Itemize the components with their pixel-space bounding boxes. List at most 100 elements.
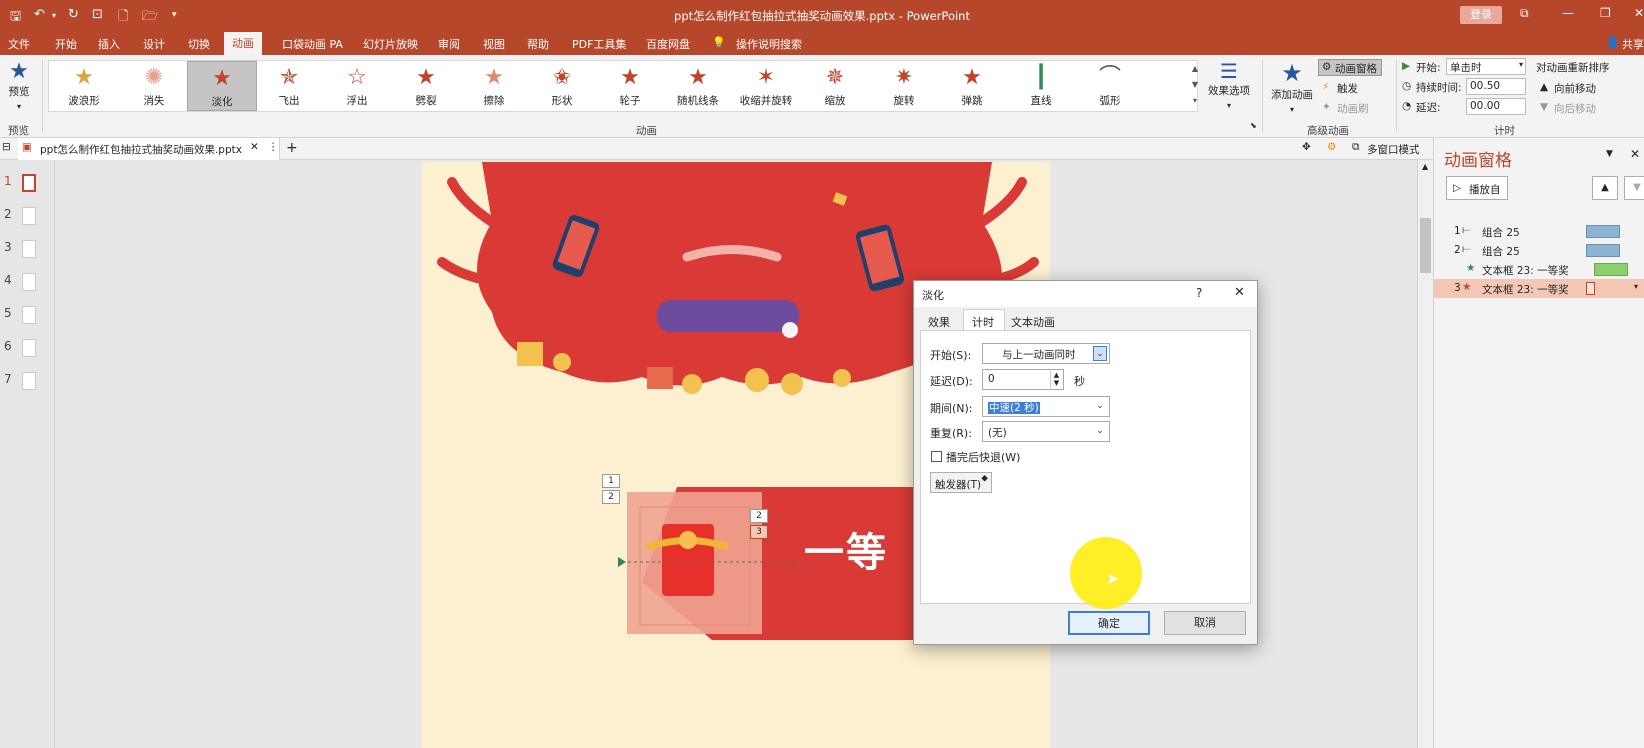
anim-fade[interactable]: ★ 淡化 — [187, 61, 257, 111]
triggers-button[interactable]: 触发器(T) ⯁ — [930, 472, 992, 493]
restore-icon[interactable]: ❐ — [1600, 6, 1611, 20]
move-down-button[interactable]: ▼ — [1624, 176, 1644, 200]
scroll-up-icon[interactable]: ▲ — [1422, 162, 1428, 171]
thumbnail-slide-4[interactable] — [22, 273, 36, 291]
chevron-down-icon[interactable]: ⌄ — [1093, 424, 1107, 439]
anim-swivel[interactable]: ✷ 旋转 — [869, 61, 939, 111]
user-icon[interactable]: 👤 — [1606, 36, 1620, 49]
period-select[interactable]: 中速(2 秒) ⌄ — [982, 396, 1110, 417]
minimize-icon[interactable]: — — [1562, 6, 1574, 20]
anim-fly-in[interactable]: ✯ 飞出 — [254, 61, 324, 111]
chevron-down-icon[interactable]: ⌄ — [1093, 346, 1107, 361]
animation-tag[interactable]: 2 — [750, 509, 768, 523]
repeat-select[interactable]: (无) ⌄ — [982, 421, 1110, 442]
start-select[interactable]: 与上一动画同时 ⌄ — [982, 343, 1110, 364]
close-icon[interactable]: ✕ — [1634, 6, 1644, 20]
thumbnail-slide-1[interactable] — [22, 174, 36, 192]
chevron-down-icon[interactable]: ⌄ — [1093, 399, 1107, 414]
animation-list-item[interactable]: ★ 文本框 23: 一等奖 — [1434, 260, 1644, 279]
new-tab-icon[interactable]: + — [286, 140, 298, 156]
thumbnail-slide-7[interactable] — [22, 372, 36, 390]
delay-stepper[interactable]: ▲ ▼ — [1050, 371, 1062, 388]
menu-view[interactable]: 视图 — [483, 36, 505, 52]
preview-button[interactable]: ★ 预览 ▾ — [4, 59, 34, 115]
move-up-button[interactable]: ▲ — [1592, 176, 1618, 200]
menu-insert[interactable]: 插入 — [98, 36, 120, 52]
thumbnail-slide-2[interactable] — [22, 207, 36, 225]
anim-wheel[interactable]: ★ 轮子 — [595, 61, 665, 111]
rewind-checkbox[interactable] — [931, 451, 942, 462]
anim-disappear[interactable]: ✺ 消失 — [119, 61, 189, 111]
thumbnail-slide-6[interactable] — [22, 339, 36, 357]
anim-shape[interactable]: ✬ 形状 — [527, 61, 597, 111]
menu-slideshow[interactable]: 幻灯片放映 — [363, 36, 418, 52]
pane-close-icon[interactable]: ✕ — [1630, 147, 1640, 161]
duration-spinner[interactable]: 00.50 — [1466, 78, 1526, 95]
menu-pdf-tools[interactable]: PDF工具集 — [572, 36, 626, 52]
anim-random-bars[interactable]: ★ 随机线条 — [663, 61, 733, 111]
cancel-button[interactable]: 取消 — [1164, 611, 1246, 635]
row-dropdown-icon[interactable]: ▾ — [1634, 282, 1638, 291]
animation-pane-title: 动画窗格 — [1444, 151, 1512, 171]
document-tab[interactable]: ▣ ppt怎么制作红包抽拉式抽奖动画效果.pptx ✕ ⋮ — [18, 138, 280, 160]
anim-zoom[interactable]: ✵ 缩放 — [800, 61, 870, 111]
start-select[interactable]: 单击时 ▾ — [1446, 58, 1526, 75]
menu-baidu-disk[interactable]: 百度网盘 — [646, 36, 690, 52]
add-animation-button[interactable]: ★ 添加动画 ▾ — [1268, 59, 1316, 115]
anim-lines[interactable]: ┃ 直线 — [1006, 61, 1076, 111]
tab-timing[interactable]: 计时 — [963, 309, 1005, 331]
gallery-scroll[interactable]: ▲ ▼ ▾ — [1191, 61, 1199, 111]
menu-home[interactable]: 开始 — [55, 36, 77, 52]
multiwindow-button[interactable]: 多窗口模式 — [1367, 142, 1420, 157]
move-later-button[interactable]: 向后移动 — [1554, 101, 1596, 116]
tab-effect[interactable]: 效果 — [928, 314, 950, 330]
trigger-button[interactable]: 触发 — [1337, 81, 1358, 96]
animation-tag[interactable]: 1 — [602, 474, 620, 488]
dialog-close-button[interactable]: ✕ — [1234, 285, 1245, 300]
anim-wipe[interactable]: ★ 擦除 — [459, 61, 529, 111]
effect-options-button[interactable]: ☰ 效果选项 ▾ — [1207, 59, 1251, 115]
anim-split[interactable]: ★ 劈裂 — [391, 61, 461, 111]
close-tab-icon[interactable]: ✕ — [250, 141, 259, 153]
anim-arcs[interactable]: ⌒ 弧形 — [1075, 61, 1145, 111]
animation-tag[interactable]: 2 — [602, 490, 620, 504]
thumbnail-slide-3[interactable] — [22, 240, 36, 258]
anim-wave[interactable]: ★ 波浪形 — [49, 61, 119, 111]
delay-spinner[interactable]: 00.00 — [1466, 98, 1526, 115]
menu-file[interactable]: 文件 — [8, 36, 30, 52]
settings-gear-icon[interactable]: ⚙ — [1327, 141, 1336, 153]
menu-transitions[interactable]: 切换 — [188, 36, 210, 52]
menu-design[interactable]: 设计 — [143, 36, 165, 52]
ribbon-display-icon[interactable]: ⧉ — [1520, 6, 1529, 21]
menu-help[interactable]: 帮助 — [527, 36, 549, 52]
play-from-button[interactable]: ▷ 播放自 — [1446, 176, 1508, 200]
animation-tag-selected[interactable]: 3 — [750, 525, 768, 539]
login-button[interactable]: 登录 — [1460, 6, 1502, 24]
animation-list-item[interactable]: 1 ⟝ 组合 25 — [1434, 222, 1644, 241]
menu-pocket-animation[interactable]: 口袋动画 PA — [282, 36, 343, 52]
anim-grow-turn[interactable]: ✶ 收缩并旋转 — [731, 61, 801, 111]
dialog-launcher-icon[interactable]: ⬊ — [1250, 121, 1257, 130]
tab-text-animation[interactable]: 文本动画 — [1011, 314, 1055, 330]
animation-list-item-selected[interactable]: 3 ★ 文本框 23: 一等奖 ▾ — [1434, 279, 1644, 298]
menu-animations[interactable]: 动画 — [224, 32, 262, 55]
tab-list-icon[interactable]: ⊟ — [2, 141, 11, 153]
tell-me-search[interactable]: 操作说明搜索 — [736, 36, 802, 52]
animation-painter-button[interactable]: 动画刷 — [1337, 101, 1369, 116]
animation-list-item[interactable]: 2 ⟝ 组合 25 — [1434, 241, 1644, 260]
tab-more-icon[interactable]: ⋮ — [268, 141, 279, 153]
pane-options-icon[interactable]: ▼ — [1606, 149, 1613, 159]
anim-float-in[interactable]: ☆ 浮出 — [322, 61, 392, 111]
delay-input[interactable]: 0 ▲ ▼ — [982, 369, 1064, 390]
help-button[interactable]: ? — [1196, 286, 1202, 300]
scroll-thumb[interactable] — [1420, 218, 1431, 273]
anim-bounce[interactable]: ★ 弹跳 — [937, 61, 1007, 111]
animation-pane-toggle[interactable]: ⚙ 动画窗格 — [1318, 59, 1382, 76]
ok-button[interactable]: 确定 — [1068, 611, 1150, 635]
move-earlier-button[interactable]: 向前移动 — [1554, 81, 1596, 96]
vertical-scrollbar[interactable]: ▲ — [1417, 160, 1433, 748]
share-button[interactable]: 共享 — [1622, 36, 1644, 52]
thumbnail-slide-5[interactable] — [22, 306, 36, 324]
pin-icon[interactable]: ✥ — [1302, 141, 1311, 153]
menu-review[interactable]: 审阅 — [438, 36, 460, 52]
